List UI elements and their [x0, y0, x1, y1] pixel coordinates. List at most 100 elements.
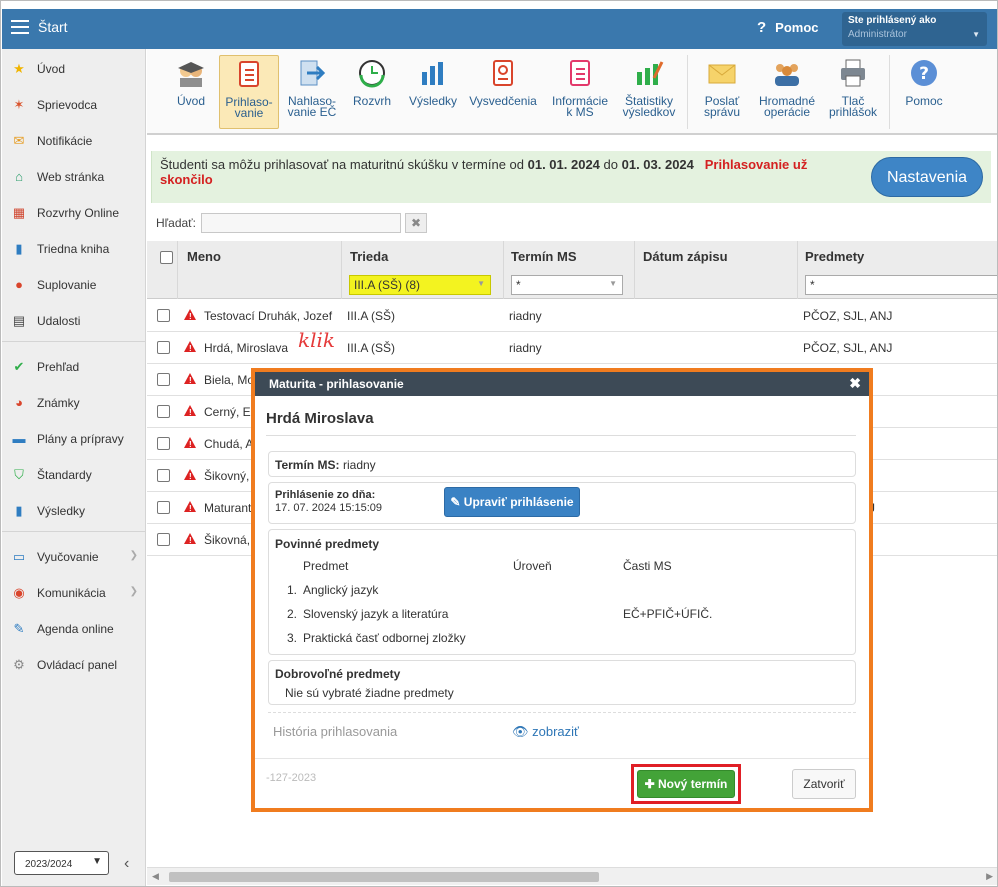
sidebar-item-znamky[interactable]: ◕ Známky — [2, 387, 146, 417]
toolbar-poslat-spravu[interactable]: Poslať správu — [695, 55, 749, 129]
row-checkbox[interactable] — [157, 437, 170, 450]
user-menu[interactable]: Ste prihlásený ako Administrátor ▼ — [842, 12, 987, 46]
chevron-down-icon: ▼ — [92, 856, 102, 867]
envelope-icon — [708, 64, 736, 84]
sidebar-item-triedna-kniha[interactable]: ▮ Triedna kniha — [2, 233, 146, 263]
settings-button[interactable]: Nastavenia — [871, 157, 983, 197]
toolbar-vysledky[interactable]: Výsledky — [405, 55, 461, 129]
app-title[interactable]: Štart — [38, 19, 68, 35]
toolbar-nahlasovanie-ec[interactable]: Nahlaso- vanie EČ — [283, 55, 341, 129]
sidebar-item-agenda[interactable]: ✎ Agenda online — [2, 613, 146, 643]
search-input[interactable] — [201, 213, 401, 233]
toolbar-prihlasovanie[interactable]: Prihlaso- vanie — [219, 55, 279, 129]
select-all-checkbox[interactable] — [160, 251, 173, 264]
close-button[interactable]: Zatvoriť — [792, 769, 856, 799]
toolbar-vysvedcenia[interactable]: Vysvedčenia — [467, 55, 539, 129]
sidebar-item-uvod[interactable]: ★ Úvod — [2, 53, 146, 83]
sidebar-item-standardy[interactable]: ⛉ Štandardy — [2, 459, 146, 489]
sidebar-item-ovladaci-panel[interactable]: ⚙ Ovládací panel — [2, 649, 146, 679]
scroll-right-icon[interactable]: ▶ — [986, 871, 993, 882]
toolbar: Úvod Prihlaso- vanie Nahlaso- vanie EČ R… — [147, 49, 997, 135]
user-role: Administrátor — [848, 29, 907, 40]
table-row[interactable]: ! Hrdá, Miroslava III.A (SŠ) riadny PČOZ, SJ… — [147, 332, 997, 364]
column-header-meno[interactable]: Meno — [187, 249, 221, 264]
history-label: História prihlasovania — [273, 724, 398, 739]
sidebar-item-label: Suplovanie — [37, 278, 97, 292]
subject-number: 2. — [287, 607, 298, 621]
warning-icon: ! — [184, 309, 196, 321]
sidebar-item-sprievodca[interactable]: ✶ Sprievodca — [2, 89, 146, 119]
cell-trieda: III.A (SŠ) — [347, 309, 396, 323]
highlight-box: ✚ Nový termín — [631, 764, 741, 804]
column-header-termin[interactable]: Termín MS — [511, 249, 577, 264]
sidebar-item-plany[interactable]: ▬ Plány a prípravy — [2, 423, 146, 453]
toolbar-informacie[interactable]: Informácie k MS — [549, 55, 611, 129]
table-row[interactable]: ! Testovací Druhák, Jozef III.A (SŠ) riadny… — [147, 300, 997, 332]
new-term-button[interactable]: ✚ Nový termín — [637, 770, 735, 798]
column-header-predmety[interactable]: Predmety — [805, 249, 864, 264]
sidebar-item-prehlad[interactable]: ✔ Prehľad — [2, 351, 146, 381]
toolbar-label: vanie EČ — [287, 105, 337, 119]
sidebar-item-web[interactable]: ⌂ Web stránka — [2, 161, 146, 191]
row-checkbox[interactable] — [157, 309, 170, 322]
chat-icon: ◉ — [13, 585, 25, 600]
row-checkbox[interactable] — [157, 405, 170, 418]
sidebar-item-vysledky[interactable]: ▮ Výsledky — [2, 495, 146, 525]
column-header-trieda[interactable]: Trieda — [350, 249, 388, 264]
sidebar-item-rozvrhy[interactable]: ▦ Rozvrhy Online — [2, 197, 146, 227]
collapse-sidebar-icon[interactable]: ‹ — [124, 855, 129, 873]
column-separator — [634, 241, 635, 299]
cell-meno[interactable]: Šikovná, — [204, 533, 250, 547]
toolbar-tlac[interactable]: Tlač prihlášok — [825, 55, 881, 129]
toolbar-label: k MS — [566, 105, 594, 119]
toolbar-rozvrh[interactable]: Rozvrh — [347, 55, 397, 129]
edit-registration-button[interactable]: ✎ Upraviť prihlásenie — [444, 487, 580, 517]
close-icon[interactable]: ✖ — [849, 375, 861, 392]
modal-divider — [266, 435, 856, 436]
cell-meno[interactable]: Chudá, A — [204, 437, 253, 451]
sidebar-item-suplovanie[interactable]: ● Suplovanie — [2, 269, 146, 299]
toolbar-hromadne[interactable]: Hromadné operácie — [755, 55, 819, 129]
cell-meno[interactable]: Hrdá, Miroslava — [204, 341, 288, 355]
export-icon — [300, 60, 326, 86]
scroll-left-icon[interactable]: ◀ — [152, 871, 159, 882]
sidebar-item-notifikacie[interactable]: ✉ Notifikácie — [2, 125, 146, 155]
trieda-filter[interactable]: III.A (SŠ) (8) ▼ — [349, 275, 491, 295]
scrollbar-thumb[interactable] — [169, 872, 599, 882]
toolbar-pomoc[interactable]: ? Pomoc — [899, 55, 949, 129]
column-header-datum[interactable]: Dátum zápisu — [643, 249, 728, 264]
bar-chart-icon — [422, 62, 443, 85]
row-checkbox[interactable] — [157, 533, 170, 546]
year-select[interactable]: 2023/2024 ▼ — [14, 851, 109, 875]
row-checkbox[interactable] — [157, 341, 170, 354]
notice-text-part: do — [599, 157, 622, 172]
predmety-filter[interactable]: * — [805, 275, 997, 295]
show-history-link[interactable]: 👁 zobraziť — [512, 724, 579, 740]
cell-meno[interactable]: Šikovný, — [204, 469, 249, 483]
row-checkbox[interactable] — [157, 373, 170, 386]
svg-text:?: ? — [919, 64, 929, 84]
cell-trieda: III.A (SŠ) — [347, 341, 396, 355]
sidebar-item-komunikacia[interactable]: ◉ Komunikácia ❯ — [2, 577, 146, 607]
menu-icon[interactable] — [11, 20, 29, 34]
toolbar-label: Výsledky — [408, 94, 458, 108]
cell-meno[interactable]: Cerný, E — [204, 405, 251, 419]
cell-meno[interactable]: Maturant — [204, 501, 251, 515]
gear-icon: ⚙ — [13, 657, 25, 672]
row-checkbox[interactable] — [157, 469, 170, 482]
sidebar-item-udalosti[interactable]: ▤ Udalosti — [2, 305, 146, 335]
sidebar-item-vyucovanie[interactable]: ▭ Vyučovanie ❯ — [2, 541, 146, 571]
sidebar-item-label: Vyučovanie — [37, 550, 99, 564]
sidebar-item-label: Ovládací panel — [37, 658, 118, 672]
clear-search-button[interactable]: ✖ — [405, 213, 427, 233]
edit-registration-label: Upraviť prihlásenie — [463, 495, 574, 509]
termin-filter[interactable]: * ▼ — [511, 275, 623, 295]
toolbar-statistiky[interactable]: Štatistiky výsledkov — [617, 55, 681, 129]
toolbar-uvod[interactable]: Úvod — [167, 55, 215, 129]
row-checkbox[interactable] — [157, 501, 170, 514]
cell-meno[interactable]: Testovací Druhák, Jozef — [204, 309, 332, 323]
help-link[interactable]: ? Pomoc — [757, 19, 819, 36]
cell-meno[interactable]: Biela, Mo — [204, 373, 254, 387]
top-bar: Štart ? Pomoc Ste prihlásený ako Administ… — [2, 9, 997, 49]
horizontal-scrollbar[interactable]: ◀ ▶ — [147, 867, 997, 885]
